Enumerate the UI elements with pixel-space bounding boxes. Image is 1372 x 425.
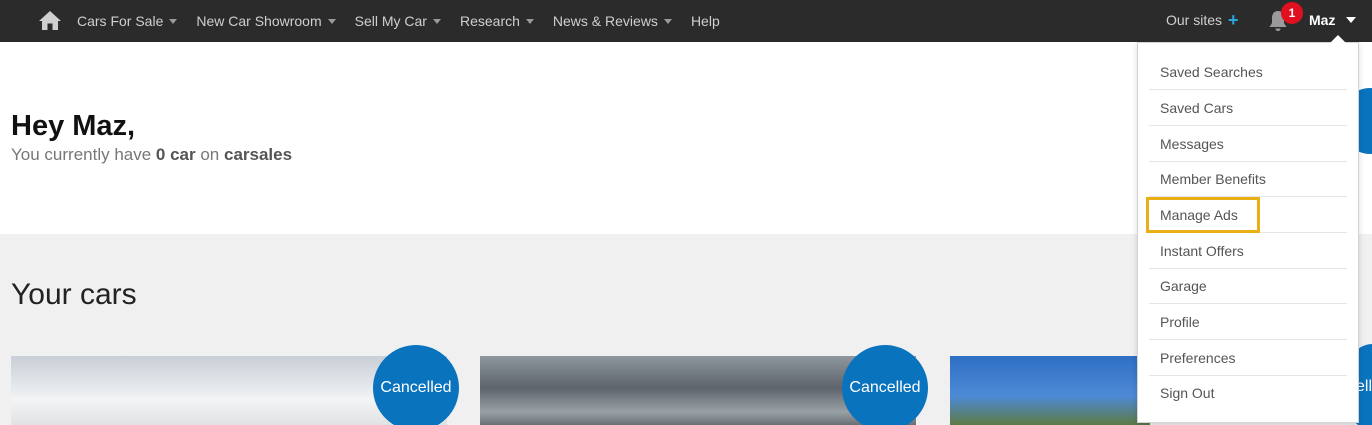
cancelled-status-badge: Cancelled [373, 345, 459, 425]
menu-item-saved-searches[interactable]: Saved Searches [1149, 54, 1347, 90]
nav-label: Sell My Car [354, 13, 427, 29]
nav-label: New Car Showroom [196, 13, 322, 29]
nav-label: News & Reviews [552, 13, 658, 29]
nav-research[interactable]: Research [460, 13, 534, 29]
count-prefix: You currently have [11, 145, 156, 164]
nav-cars-for-sale[interactable]: Cars For Sale [77, 13, 178, 29]
home-icon[interactable] [38, 9, 62, 31]
car-count: 0 car [155, 145, 196, 164]
greeting: Hey Maz, You currently have 0 car on car… [11, 108, 292, 165]
cancelled-status-badge: Cancelled [842, 345, 928, 425]
chevron-down-icon [169, 19, 178, 24]
nav-label: Research [459, 13, 520, 29]
count-mid: on [195, 145, 224, 164]
chevron-down-icon [663, 19, 672, 24]
user-dropdown-menu: Saved Searches Saved Cars Messages Membe… [1137, 35, 1359, 423]
our-sites-label: Our sites [1166, 12, 1223, 28]
menu-item-instant-offers[interactable]: Instant Offers [1149, 233, 1347, 269]
menu-item-preferences[interactable]: Preferences [1149, 340, 1347, 376]
main-menu: Cars For Sale New Car Showroom Sell My C… [77, 0, 739, 42]
car-count-text: You currently have 0 car on carsales [11, 145, 292, 165]
chevron-down-icon [327, 19, 336, 24]
menu-item-sign-out[interactable]: Sign Out [1149, 375, 1347, 411]
brand-name: carsales [223, 145, 293, 164]
section-title: Your cars [11, 278, 137, 311]
user-name: Maz [1309, 12, 1336, 28]
user-menu-toggle[interactable]: Maz [1309, 12, 1357, 28]
menu-item-manage-ads[interactable]: Manage Ads [1149, 197, 1347, 233]
chevron-down-icon [1346, 17, 1357, 23]
greeting-title: Hey Maz, [11, 110, 136, 142]
notification-badge: 1 [1281, 2, 1303, 24]
menu-item-member-benefits[interactable]: Member Benefits [1149, 161, 1347, 197]
nav-label: Help [690, 13, 720, 29]
nav-new-car-showroom[interactable]: New Car Showroom [196, 13, 336, 29]
nav-label: Cars For Sale [77, 13, 164, 29]
menu-item-profile[interactable]: Profile [1149, 304, 1347, 340]
top-nav: Cars For Sale New Car Showroom Sell My C… [0, 0, 1372, 42]
nav-help[interactable]: Help [691, 13, 720, 29]
nav-news-reviews[interactable]: News & Reviews [553, 13, 672, 29]
chevron-down-icon [432, 19, 441, 24]
menu-item-saved-cars[interactable]: Saved Cars [1149, 90, 1347, 126]
plus-icon: + [1228, 10, 1239, 30]
menu-item-messages[interactable]: Messages [1149, 126, 1347, 162]
chevron-down-icon [525, 19, 534, 24]
car-card-image[interactable] [950, 356, 1150, 425]
nav-sell-my-car[interactable]: Sell My Car [355, 13, 441, 29]
menu-item-garage[interactable]: Garage [1149, 268, 1347, 304]
our-sites-button[interactable]: Our sites + [1166, 10, 1239, 30]
